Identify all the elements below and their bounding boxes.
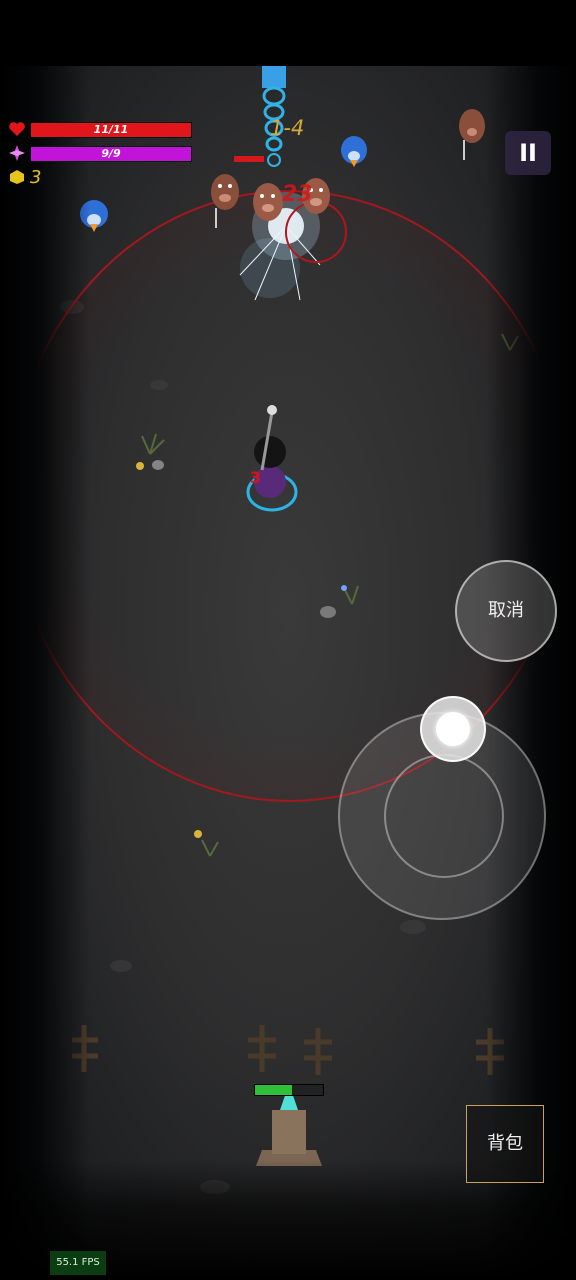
level-label: 1-4 bbox=[270, 116, 305, 140]
bird-enemy bbox=[341, 136, 367, 167]
dark-foliage-right bbox=[486, 66, 576, 1280]
bag-button[interactable]: 背包 bbox=[466, 1105, 544, 1183]
pig-enemy bbox=[211, 174, 239, 228]
heart-icon bbox=[9, 122, 25, 136]
enemy-health-bar bbox=[234, 156, 264, 162]
pig-enemy bbox=[459, 109, 485, 160]
gold-count: 3 bbox=[30, 167, 42, 188]
dark-foliage-left bbox=[0, 66, 90, 1280]
tower-health-fill bbox=[255, 1085, 293, 1095]
yellow-flower bbox=[194, 830, 202, 838]
player-character bbox=[246, 405, 298, 512]
hp-text: 11/11 bbox=[93, 123, 129, 136]
blue-flower bbox=[341, 585, 347, 591]
mana-crystal-icon bbox=[9, 145, 25, 161]
joystick-knob[interactable] bbox=[420, 696, 486, 762]
wooden-fence bbox=[72, 1025, 504, 1075]
tower-health-bar bbox=[254, 1084, 324, 1096]
joystick-inner-ring bbox=[384, 754, 504, 878]
cancel-button[interactable]: 取消 bbox=[455, 560, 557, 662]
crystal-tower bbox=[256, 1084, 322, 1166]
gold-coin-icon bbox=[10, 170, 24, 184]
player-marker: 3 bbox=[250, 468, 262, 487]
yellow-flower bbox=[136, 462, 144, 470]
pig-enemy bbox=[253, 183, 283, 221]
hp-bar: 11/11 bbox=[30, 122, 192, 138]
fps-counter: 55.1 FPS bbox=[50, 1251, 106, 1275]
joystick-knob-center bbox=[436, 712, 470, 746]
pause-button[interactable]: II bbox=[505, 131, 551, 175]
mp-text: 9/9 bbox=[101, 147, 121, 160]
mp-bar: 9/9 bbox=[30, 146, 192, 162]
damage-number: 23 bbox=[282, 182, 313, 207]
